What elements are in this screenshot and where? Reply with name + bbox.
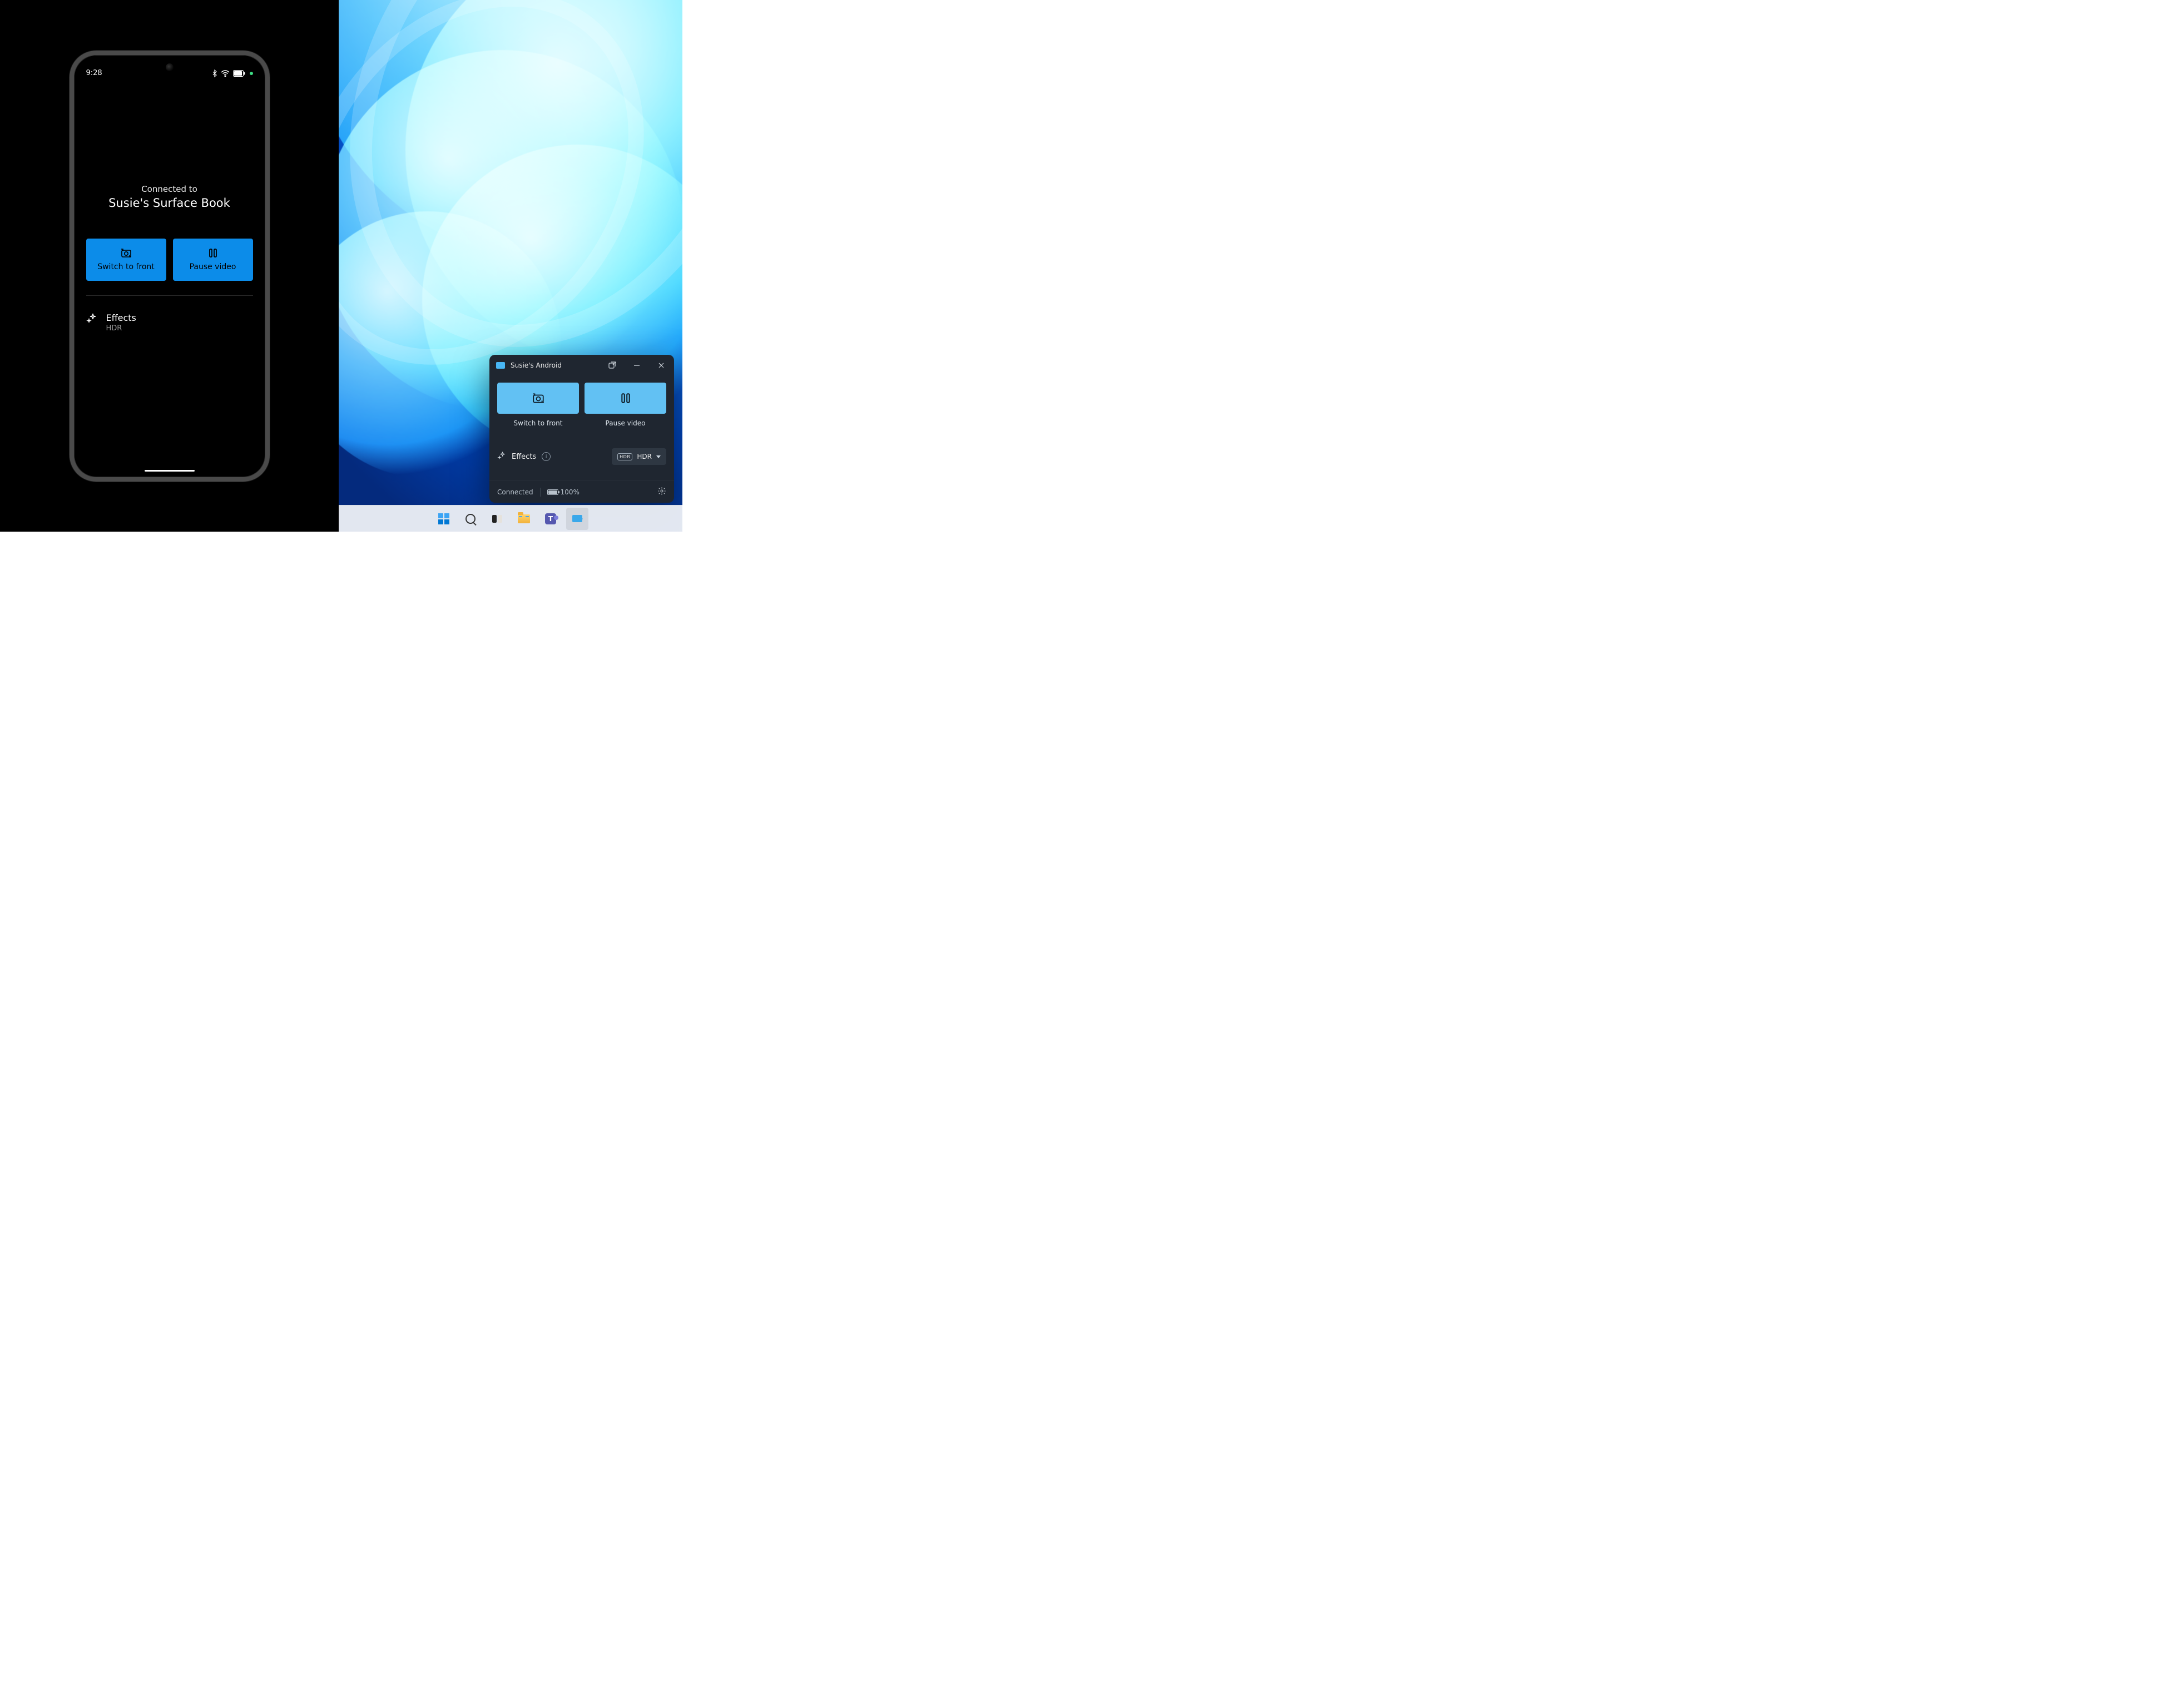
- task-view-button[interactable]: [486, 508, 508, 530]
- close-button[interactable]: [652, 358, 671, 373]
- effects-title: Effects: [106, 313, 136, 323]
- search-button[interactable]: [459, 508, 482, 530]
- file-explorer-button[interactable]: [513, 508, 535, 530]
- hdr-dropdown[interactable]: HDR HDR: [612, 448, 666, 465]
- camera-icon: [572, 515, 582, 522]
- hdr-badge-icon: HDR: [617, 453, 632, 460]
- switch-camera-button[interactable]: [497, 383, 579, 414]
- camera-app-button[interactable]: [566, 508, 588, 530]
- start-button[interactable]: [433, 508, 455, 530]
- companion-window: Susie's Android: [489, 355, 674, 503]
- bluetooth-icon: [212, 70, 217, 77]
- separator: [540, 488, 541, 497]
- teams-icon: T: [545, 513, 556, 524]
- pause-video-label: Pause video: [190, 262, 236, 271]
- minimize-button[interactable]: [627, 358, 646, 373]
- connected-device-name: Susie's Surface Book: [86, 196, 253, 210]
- switch-camera-label: Switch to front: [497, 419, 579, 427]
- home-indicator[interactable]: [145, 470, 195, 472]
- phone-front-camera-icon: [166, 63, 174, 71]
- desktop-panel: Susie's Android: [339, 0, 682, 532]
- connected-to-label: Connected to: [86, 184, 253, 194]
- battery-icon: [547, 489, 558, 495]
- chevron-down-icon: [656, 455, 661, 458]
- divider: [86, 295, 253, 296]
- switch-camera-button[interactable]: Switch to front: [86, 239, 166, 281]
- teams-button[interactable]: T: [539, 508, 562, 530]
- effects-label: Effects: [512, 453, 536, 461]
- search-icon: [465, 514, 476, 524]
- switch-camera-label: Switch to front: [97, 262, 155, 271]
- windows-logo-icon: [438, 513, 449, 524]
- battery-icon: [233, 70, 245, 77]
- effects-subtitle: HDR: [106, 324, 136, 333]
- settings-button[interactable]: [657, 487, 666, 497]
- task-view-icon: [492, 515, 502, 523]
- taskbar: T: [339, 505, 682, 532]
- switch-camera-icon: [120, 248, 132, 258]
- phone-panel: 9:28: [0, 0, 339, 532]
- folder-icon: [518, 514, 530, 523]
- sparkle-icon: [497, 451, 506, 462]
- pause-icon: [209, 248, 217, 258]
- pop-out-button[interactable]: [603, 358, 622, 373]
- phone-frame: 9:28: [70, 51, 270, 482]
- info-icon[interactable]: i: [542, 452, 551, 461]
- connection-status: Connected: [497, 488, 533, 496]
- wifi-icon: [221, 70, 230, 77]
- battery-status: 100%: [547, 488, 580, 496]
- battery-percent: 100%: [561, 488, 580, 496]
- pause-video-button[interactable]: [585, 383, 666, 414]
- pause-video-button[interactable]: Pause video: [173, 239, 253, 281]
- status-time: 9:28: [86, 69, 102, 77]
- camera-app-icon: [496, 362, 505, 369]
- pause-video-label: Pause video: [585, 419, 666, 427]
- hdr-value: HDR: [637, 453, 652, 460]
- window-title: Susie's Android: [511, 361, 597, 369]
- camera-active-indicator-icon: [250, 72, 253, 75]
- effects-row[interactable]: Effects HDR: [86, 313, 253, 333]
- sparkle-icon: [86, 313, 97, 324]
- window-titlebar[interactable]: Susie's Android: [489, 355, 674, 376]
